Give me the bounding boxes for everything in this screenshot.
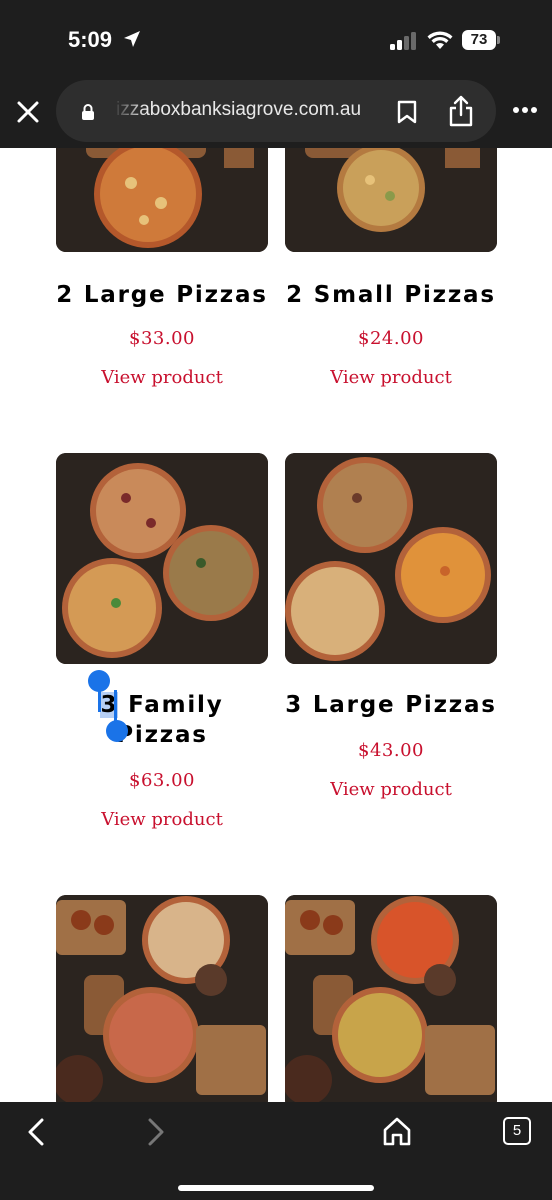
selection-line-end <box>114 690 117 724</box>
product-image[interactable] <box>56 895 268 1110</box>
product-image-art <box>285 895 497 1110</box>
product-image-art <box>285 148 497 252</box>
product-image[interactable] <box>285 895 497 1110</box>
product-name[interactable]: 3 Family Pizzas <box>44 690 280 750</box>
browser-bottom-bar: 5 <box>0 1102 552 1200</box>
status-bar: 5:09 73 <box>0 0 552 80</box>
signal-icon <box>390 32 416 50</box>
product-image[interactable] <box>285 453 497 664</box>
back-icon[interactable] <box>22 1116 50 1148</box>
product-card[interactable] <box>56 895 268 1110</box>
selection-handle-start[interactable] <box>88 670 110 692</box>
address-bar[interactable]: izzaboxbanksiagrove.com.au <box>56 80 496 142</box>
view-product-link[interactable]: View product <box>285 367 497 388</box>
view-product-link[interactable]: View product <box>56 809 268 830</box>
location-arrow-icon <box>124 31 140 47</box>
product-card[interactable]: 2 Small Pizzas $24.00 View product <box>285 148 497 408</box>
product-image[interactable] <box>285 148 497 252</box>
selection-handle-end[interactable] <box>106 720 128 742</box>
share-icon[interactable] <box>448 95 474 127</box>
more-icon[interactable] <box>512 106 538 114</box>
url-text: izzaboxbanksiagrove.com.au <box>116 99 362 120</box>
product-image-art <box>56 895 268 1110</box>
url-fade <box>114 94 144 128</box>
product-image-art <box>285 453 497 664</box>
product-name-line2: Pizzas <box>116 722 208 748</box>
battery-cap <box>497 36 500 44</box>
product-name[interactable]: 2 Small Pizzas <box>273 280 509 310</box>
product-image[interactable] <box>56 453 268 664</box>
product-card[interactable]: 3 Family Pizzas $63.00 View product <box>56 453 268 843</box>
product-price: $24.00 <box>358 328 424 349</box>
wifi-icon <box>427 31 453 49</box>
status-time: 5:09 <box>68 27 113 52</box>
close-icon[interactable] <box>14 98 42 126</box>
product-price: $63.00 <box>129 770 195 791</box>
product-image-art <box>56 148 268 252</box>
battery-indicator: 73 <box>462 30 496 50</box>
lock-icon <box>82 104 94 120</box>
browser-toolbar: izzaboxbanksiagrove.com.au <box>0 80 552 148</box>
product-price: $33.00 <box>129 328 195 349</box>
product-name-part: Family <box>118 692 224 718</box>
home-indicator <box>178 1185 374 1191</box>
product-card[interactable] <box>285 895 497 1110</box>
product-name[interactable]: 3 Large Pizzas <box>273 690 509 720</box>
forward-icon[interactable] <box>142 1116 170 1148</box>
bookmark-icon[interactable] <box>396 100 418 124</box>
product-card[interactable]: 2 Large Pizzas $33.00 View product <box>56 148 268 408</box>
product-image-art <box>56 453 268 664</box>
product-card[interactable]: 3 Large Pizzas $43.00 View product <box>285 453 497 813</box>
product-price: $43.00 <box>358 740 424 761</box>
view-product-link[interactable]: View product <box>56 367 268 388</box>
product-image[interactable] <box>56 148 268 252</box>
product-name[interactable]: 2 Large Pizzas <box>44 280 280 310</box>
view-product-link[interactable]: View product <box>285 779 497 800</box>
tabs-icon[interactable]: 5 <box>503 1117 531 1145</box>
home-icon[interactable] <box>382 1116 412 1148</box>
